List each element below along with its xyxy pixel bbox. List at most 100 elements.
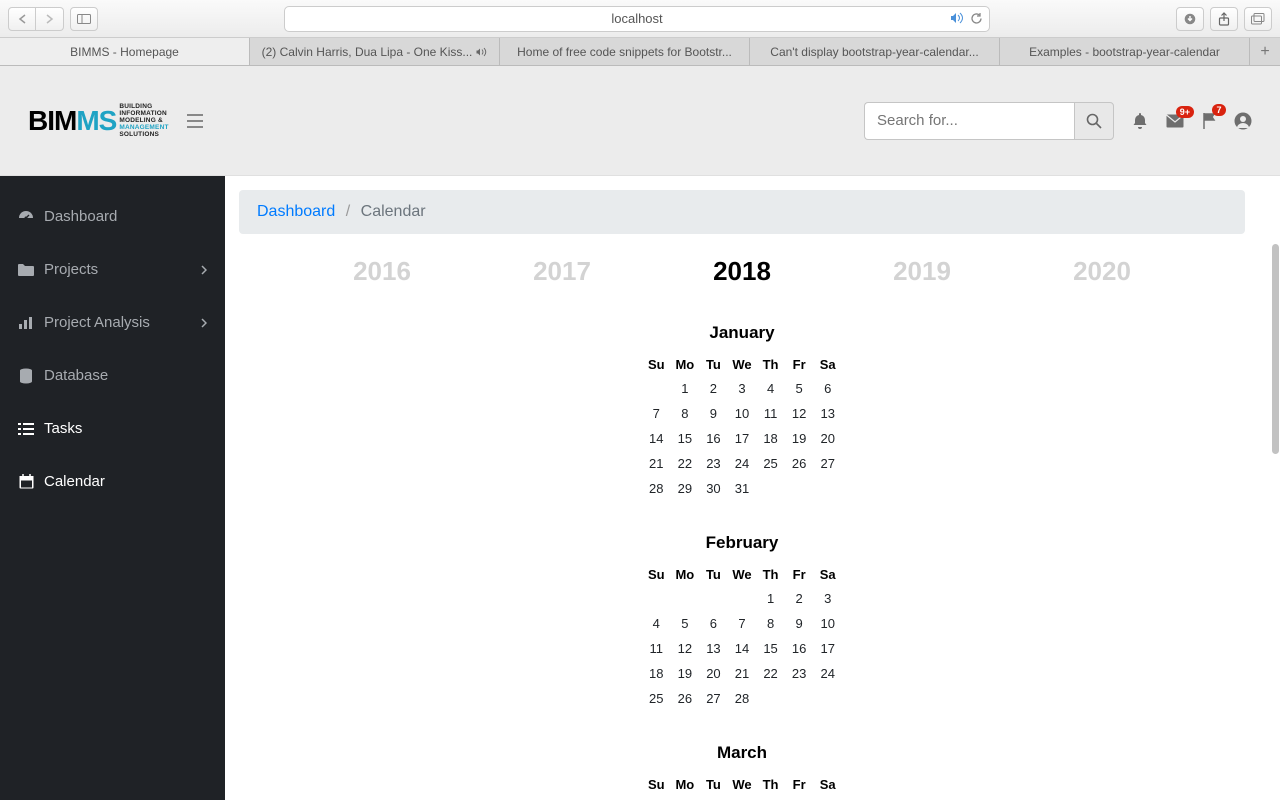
day-cell[interactable]: 8: [756, 611, 785, 636]
envelope-icon[interactable]: 9+: [1166, 114, 1184, 128]
year-2019[interactable]: 2019: [832, 250, 1012, 293]
browser-share-button[interactable]: [1210, 7, 1238, 31]
day-cell[interactable]: 2: [785, 586, 814, 611]
year-2018[interactable]: 2018: [652, 250, 832, 293]
day-cell[interactable]: 19: [785, 426, 814, 451]
day-cell[interactable]: 29: [671, 476, 700, 501]
browser-tab[interactable]: Examples - bootstrap-year-calendar: [1000, 38, 1250, 65]
year-2016[interactable]: 2016: [292, 250, 472, 293]
day-cell[interactable]: 20: [699, 661, 728, 686]
day-cell[interactable]: 6: [813, 376, 842, 401]
logo[interactable]: BIMMS BUILDING INFORMATION MODELING & MA…: [28, 103, 169, 138]
new-tab-button[interactable]: +: [1250, 38, 1280, 65]
day-cell[interactable]: 21: [642, 451, 671, 476]
year-2020[interactable]: 2020: [1012, 250, 1192, 293]
sidebar-item-dashboard[interactable]: Dashboard: [0, 190, 225, 243]
day-cell[interactable]: 19: [671, 661, 700, 686]
day-cell[interactable]: 2: [785, 796, 814, 800]
day-cell[interactable]: 27: [813, 451, 842, 476]
day-cell[interactable]: 12: [671, 636, 700, 661]
day-cell[interactable]: 17: [728, 426, 757, 451]
day-cell[interactable]: 3: [813, 796, 842, 800]
sidebar-item-projects[interactable]: Projects: [0, 243, 225, 296]
day-cell[interactable]: 7: [728, 611, 757, 636]
day-cell[interactable]: 23: [785, 661, 814, 686]
day-cell[interactable]: 11: [756, 401, 785, 426]
day-cell[interactable]: 15: [756, 636, 785, 661]
day-cell[interactable]: 14: [642, 426, 671, 451]
day-cell[interactable]: 17: [813, 636, 842, 661]
day-cell[interactable]: 22: [756, 661, 785, 686]
browser-tab[interactable]: Home of free code snippets for Bootstr..…: [500, 38, 750, 65]
day-cell[interactable]: 3: [728, 376, 757, 401]
sidebar-item-project-analysis[interactable]: Project Analysis: [0, 296, 225, 349]
day-cell[interactable]: 31: [728, 476, 757, 501]
breadcrumb-root[interactable]: Dashboard: [257, 203, 335, 220]
day-cell[interactable]: 15: [671, 426, 700, 451]
day-cell[interactable]: 27: [699, 686, 728, 711]
browser-tab[interactable]: Can't display bootstrap-year-calendar...: [750, 38, 1000, 65]
browser-download-button[interactable]: [1176, 7, 1204, 31]
day-cell[interactable]: 16: [699, 426, 728, 451]
day-cell[interactable]: 22: [671, 451, 700, 476]
day-cell[interactable]: 10: [728, 401, 757, 426]
audio-icon[interactable]: [950, 12, 964, 25]
day-cell[interactable]: 20: [813, 426, 842, 451]
browser-back-button[interactable]: [8, 7, 36, 31]
search-button[interactable]: [1074, 102, 1114, 140]
day-cell[interactable]: 28: [642, 476, 671, 501]
day-cell[interactable]: 11: [642, 636, 671, 661]
day-cell[interactable]: 9: [699, 401, 728, 426]
scrollbar-thumb[interactable]: [1272, 244, 1279, 454]
day-cell[interactable]: 13: [813, 401, 842, 426]
day-cell[interactable]: 25: [642, 686, 671, 711]
user-icon[interactable]: [1234, 112, 1252, 130]
day-cell[interactable]: 21: [728, 661, 757, 686]
day-cell[interactable]: 18: [642, 661, 671, 686]
day-cell[interactable]: 5: [785, 376, 814, 401]
reload-icon[interactable]: [970, 12, 983, 25]
year-2017[interactable]: 2017: [472, 250, 652, 293]
day-cell[interactable]: 26: [671, 686, 700, 711]
day-cell[interactable]: 1: [671, 376, 700, 401]
browser-tab[interactable]: (2) Calvin Harris, Dua Lipa - One Kiss..…: [250, 38, 500, 65]
day-cell[interactable]: 10: [813, 611, 842, 636]
bell-icon[interactable]: [1132, 112, 1148, 130]
day-cell[interactable]: 12: [785, 401, 814, 426]
day-cell[interactable]: 5: [671, 611, 700, 636]
day-cell[interactable]: 3: [813, 586, 842, 611]
dow-header: Mo: [671, 773, 700, 796]
day-cell[interactable]: 25: [756, 451, 785, 476]
day-cell[interactable]: 24: [728, 451, 757, 476]
day-cell[interactable]: 1: [756, 586, 785, 611]
dow-header: Fr: [785, 353, 814, 376]
day-cell[interactable]: 4: [756, 376, 785, 401]
browser-forward-button[interactable]: [36, 7, 64, 31]
day-cell[interactable]: 26: [785, 451, 814, 476]
day-cell[interactable]: 28: [728, 686, 757, 711]
day-cell[interactable]: 6: [699, 611, 728, 636]
day-cell[interactable]: 14: [728, 636, 757, 661]
browser-tabs-button[interactable]: [1244, 7, 1272, 31]
day-cell[interactable]: 8: [671, 401, 700, 426]
day-cell[interactable]: 24: [813, 661, 842, 686]
day-cell[interactable]: 13: [699, 636, 728, 661]
day-cell[interactable]: 18: [756, 426, 785, 451]
day-cell[interactable]: 2: [699, 376, 728, 401]
day-cell[interactable]: 7: [642, 401, 671, 426]
flag-icon[interactable]: 7: [1202, 112, 1216, 130]
day-cell[interactable]: 23: [699, 451, 728, 476]
sidebar-item-calendar[interactable]: Calendar: [0, 455, 225, 508]
browser-address-bar[interactable]: localhost: [284, 6, 990, 32]
sidebar-item-database[interactable]: Database: [0, 349, 225, 402]
day-cell[interactable]: 9: [785, 611, 814, 636]
search-input[interactable]: [864, 102, 1074, 140]
day-cell[interactable]: 4: [642, 611, 671, 636]
day-cell[interactable]: 1: [756, 796, 785, 800]
menu-toggle-icon[interactable]: [187, 114, 203, 128]
browser-sidebar-button[interactable]: [70, 7, 98, 31]
day-cell[interactable]: 16: [785, 636, 814, 661]
day-cell[interactable]: 30: [699, 476, 728, 501]
browser-tab[interactable]: BIMMS - Homepage: [0, 38, 250, 65]
sidebar-item-tasks[interactable]: Tasks: [0, 402, 225, 455]
